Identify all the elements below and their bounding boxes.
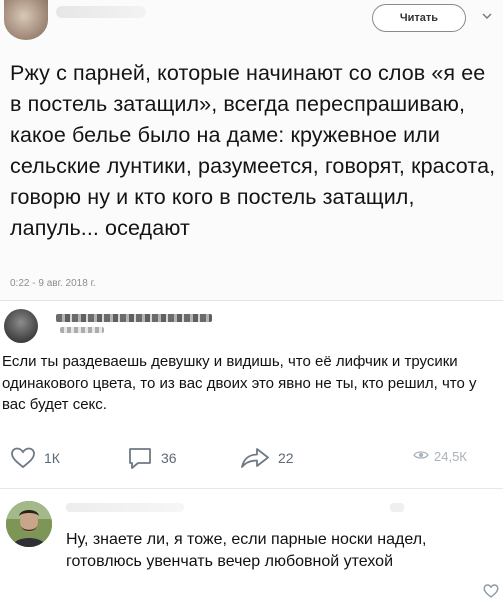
- tweet-card: Читать Ржу с парней, которые начинают со…: [0, 0, 503, 300]
- tweet-author-name-obscured: [56, 6, 146, 18]
- comment-count: 36: [161, 450, 177, 466]
- follow-button[interactable]: Читать: [372, 4, 466, 32]
- post-actions-bar: 1К 36 22 24,5К: [0, 445, 503, 471]
- like-count: 1К: [44, 450, 60, 466]
- views-counter: 24,5К: [413, 449, 467, 464]
- comment-meta-obscured: [390, 503, 404, 512]
- tweet-timestamp[interactable]: 0:22 - 9 авг. 2018 г.: [10, 278, 96, 289]
- views-count: 24,5К: [434, 449, 467, 464]
- like-button[interactable]: 1К: [10, 445, 60, 471]
- heart-icon: [10, 446, 36, 470]
- post-text: Если ты раздеваешь девушку и видишь, что…: [2, 353, 477, 413]
- comment-card: Ну, знаете ли, я тоже, если парные носки…: [0, 488, 503, 600]
- post-author-name-obscured[interactable]: [56, 314, 212, 322]
- avatar[interactable]: [6, 501, 52, 547]
- comment-author-name-obscured[interactable]: [66, 503, 184, 512]
- tweet-text: Ржу с парней, которые начинают со слов «…: [10, 61, 496, 240]
- chevron-down-icon[interactable]: [480, 10, 494, 24]
- heart-icon[interactable]: [483, 583, 499, 599]
- screenshot-page: Читать Ржу с парней, которые начинают со…: [0, 0, 503, 600]
- share-icon: [240, 446, 270, 470]
- avatar[interactable]: [4, 0, 48, 40]
- share-count: 22: [278, 450, 294, 466]
- share-button[interactable]: 22: [240, 445, 294, 471]
- comment-button[interactable]: 36: [127, 445, 177, 471]
- comment-icon: [127, 445, 153, 471]
- post-card: Если ты раздеваешь девушку и видишь, что…: [0, 300, 503, 489]
- avatar[interactable]: [4, 309, 38, 343]
- comment-text: Ну, знаете ли, я тоже, если парные носки…: [66, 531, 427, 570]
- post-time-obscured: [60, 327, 104, 333]
- eye-icon: [413, 449, 429, 464]
